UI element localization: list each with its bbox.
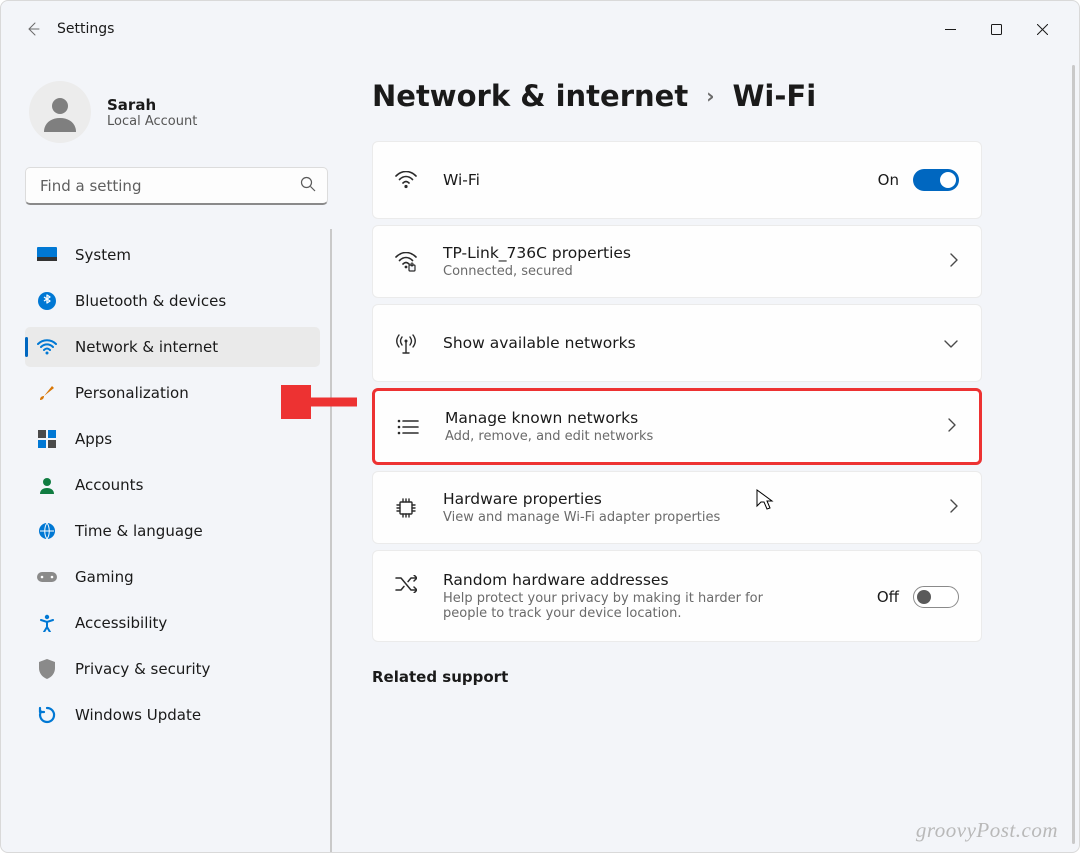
apps-icon: [37, 429, 57, 449]
card-title: Show available networks: [443, 334, 917, 352]
chevron-right-icon: [949, 498, 959, 518]
sidebar: Sarah Local Account System Bluetooth & d…: [1, 57, 336, 852]
gamepad-icon: [37, 567, 57, 587]
settings-window: Settings Sarah Local Account: [0, 0, 1080, 853]
sidebar-item-label: Bluetooth & devices: [75, 292, 226, 310]
sidebar-item-system[interactable]: System: [25, 235, 320, 275]
search-icon: [300, 176, 316, 196]
avatar: [29, 81, 91, 143]
wifi-toggle[interactable]: [913, 169, 959, 191]
scrollbar[interactable]: [1072, 65, 1075, 844]
account-name: Sarah: [107, 96, 197, 114]
random-addresses-toggle[interactable]: [913, 586, 959, 608]
related-support-heading: Related support: [372, 668, 1059, 686]
watermark: groovyPost.com: [916, 818, 1058, 843]
titlebar: Settings: [1, 1, 1079, 57]
breadcrumb: Network & internet › Wi-Fi: [372, 79, 1059, 113]
sidebar-item-label: Network & internet: [75, 338, 218, 356]
bluetooth-icon: [37, 291, 57, 311]
sidebar-item-label: Apps: [75, 430, 112, 448]
account-block[interactable]: Sarah Local Account: [25, 81, 332, 143]
search-input[interactable]: [25, 167, 328, 205]
antenna-icon: [395, 332, 417, 354]
window-controls: [927, 13, 1065, 45]
person-icon: [37, 475, 57, 495]
sidebar-item-label: Gaming: [75, 568, 134, 586]
card-subtitle: Add, remove, and edit networks: [445, 429, 921, 444]
sidebar-item-label: Time & language: [75, 522, 203, 540]
shuffle-icon: [395, 575, 417, 593]
sidebar-item-label: Privacy & security: [75, 660, 210, 678]
window-title: Settings: [57, 21, 114, 37]
card-random-addresses[interactable]: Random hardware addresses Help protect y…: [372, 550, 982, 642]
sidebar-item-label: Windows Update: [75, 706, 201, 724]
sidebar-item-label: Accessibility: [75, 614, 167, 632]
shield-icon: [37, 659, 57, 679]
back-button[interactable]: [15, 11, 51, 47]
sidebar-item-accessibility[interactable]: Accessibility: [25, 603, 320, 643]
sidebar-item-time[interactable]: Time & language: [25, 511, 320, 551]
sidebar-item-label: Accounts: [75, 476, 143, 494]
card-network-properties[interactable]: TP-Link_736C properties Connected, secur…: [372, 225, 982, 298]
search-box: [25, 167, 328, 205]
card-subtitle: Connected, secured: [443, 264, 923, 279]
breadcrumb-parent[interactable]: Network & internet: [372, 79, 688, 113]
card-hardware-properties[interactable]: Hardware properties View and manage Wi-F…: [372, 471, 982, 544]
wifi-icon: [395, 171, 417, 189]
system-icon: [37, 245, 57, 265]
update-icon: [37, 705, 57, 725]
sidebar-item-gaming[interactable]: Gaming: [25, 557, 320, 597]
chevron-down-icon: [943, 334, 959, 353]
accessibility-icon: [37, 613, 57, 633]
chevron-right-icon: [949, 252, 959, 272]
account-type: Local Account: [107, 114, 197, 129]
wifi-connected-icon: [395, 252, 417, 272]
maximize-button[interactable]: [973, 13, 1019, 45]
sidebar-item-bluetooth[interactable]: Bluetooth & devices: [25, 281, 320, 321]
close-button[interactable]: [1019, 13, 1065, 45]
card-manage-known-networks[interactable]: Manage known networks Add, remove, and e…: [372, 388, 982, 465]
chip-icon: [395, 497, 417, 519]
nav-list[interactable]: System Bluetooth & devices Network & int…: [25, 229, 332, 852]
main-content: Network & internet › Wi-Fi Wi-Fi On: [336, 57, 1079, 852]
annotation-arrow: [281, 385, 361, 419]
sidebar-item-label: System: [75, 246, 131, 264]
breadcrumb-current: Wi-Fi: [732, 79, 816, 113]
sidebar-item-update[interactable]: Windows Update: [25, 695, 320, 735]
breadcrumb-separator: ›: [706, 84, 714, 108]
sidebar-item-accounts[interactable]: Accounts: [25, 465, 320, 505]
minimize-button[interactable]: [927, 13, 973, 45]
card-title: Random hardware addresses: [443, 571, 851, 589]
list-icon: [397, 419, 419, 435]
sidebar-item-personalization[interactable]: Personalization: [25, 373, 320, 413]
sidebar-item-label: Personalization: [75, 384, 189, 402]
globe-icon: [37, 521, 57, 541]
brush-icon: [37, 383, 57, 403]
toggle-state: On: [878, 171, 899, 189]
sidebar-item-network[interactable]: Network & internet: [25, 327, 320, 367]
wifi-icon: [37, 337, 57, 357]
card-available-networks[interactable]: Show available networks: [372, 304, 982, 382]
card-wifi-toggle[interactable]: Wi-Fi On: [372, 141, 982, 219]
card-title: Manage known networks: [445, 409, 921, 427]
card-subtitle: View and manage Wi-Fi adapter properties: [443, 510, 923, 525]
card-title: Hardware properties: [443, 490, 923, 508]
card-title: TP-Link_736C properties: [443, 244, 923, 262]
card-subtitle: Help protect your privacy by making it h…: [443, 591, 803, 621]
sidebar-item-privacy[interactable]: Privacy & security: [25, 649, 320, 689]
chevron-right-icon: [947, 417, 957, 437]
sidebar-item-apps[interactable]: Apps: [25, 419, 320, 459]
card-title: Wi-Fi: [443, 171, 852, 189]
toggle-state: Off: [877, 588, 899, 606]
